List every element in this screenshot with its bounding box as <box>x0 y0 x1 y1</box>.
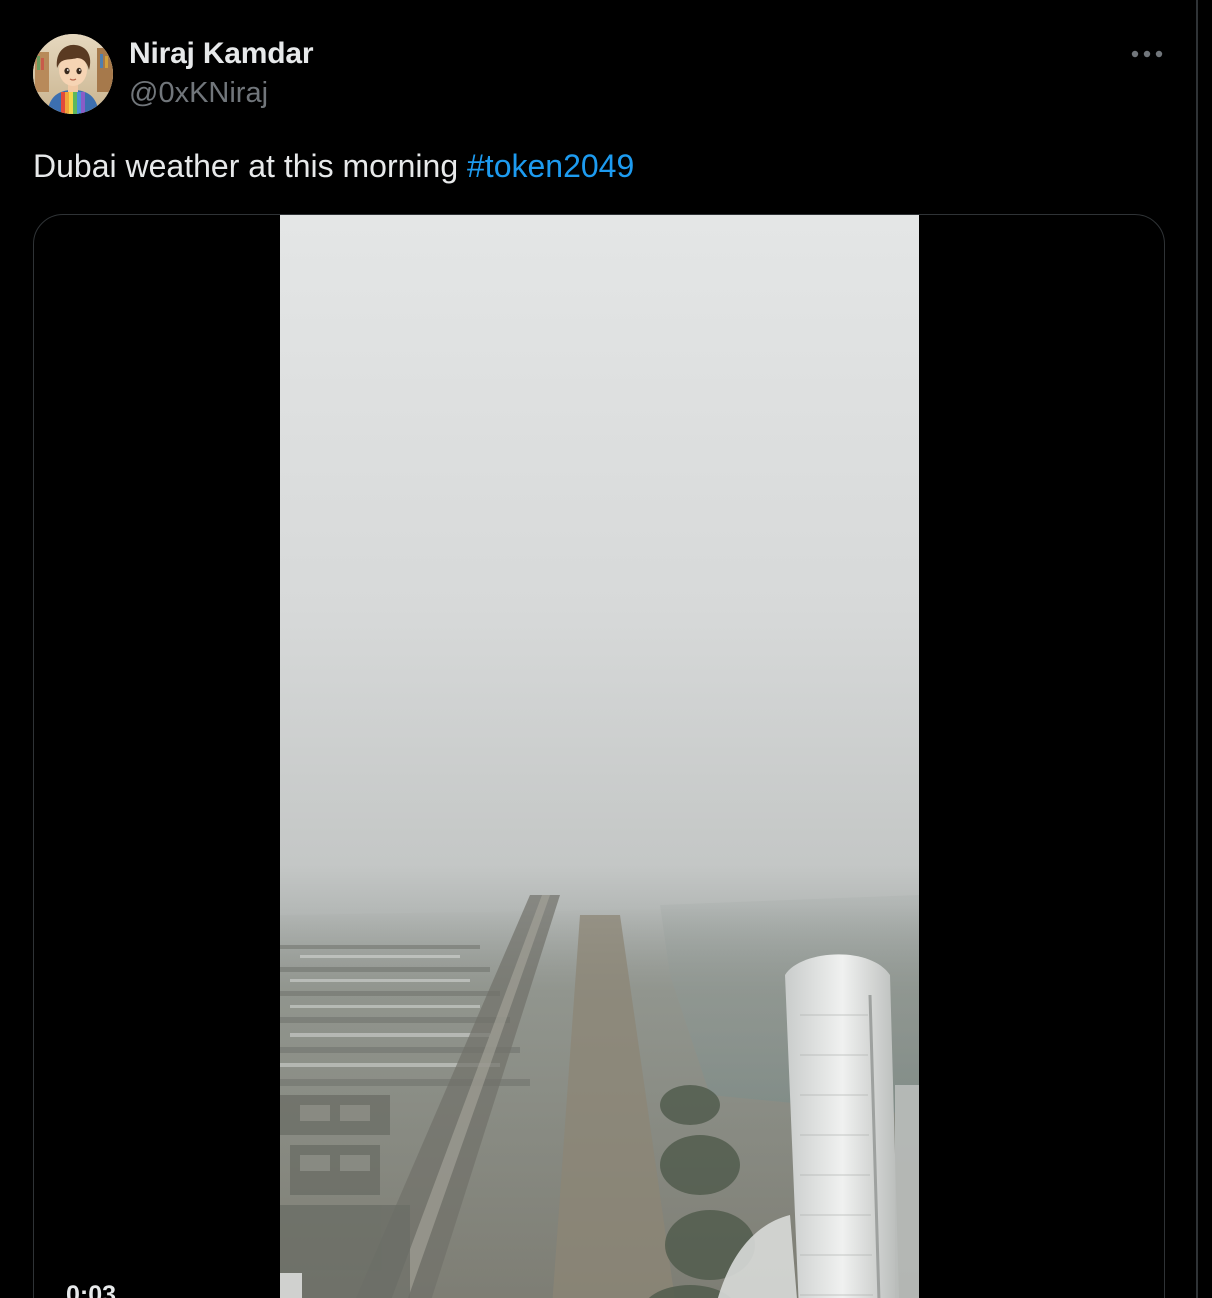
more-options-button[interactable] <box>1124 36 1170 72</box>
more-horizontal-icon <box>1131 50 1163 58</box>
hashtag-link[interactable]: #token2049 <box>467 148 634 184</box>
video-frame-image <box>280 215 919 1298</box>
tweet[interactable]: Niraj Kamdar @0xKNiraj Dubai weather at … <box>0 0 1196 1298</box>
video-player[interactable] <box>280 215 919 1298</box>
column-divider <box>1196 0 1198 1298</box>
author-handle[interactable]: @0xKNiraj <box>129 73 313 113</box>
author-block: Niraj Kamdar @0xKNiraj <box>129 36 314 113</box>
video-time: 0:03 <box>66 1281 117 1298</box>
tweet-body-text: Dubai weather at this morning <box>33 148 467 184</box>
avatar[interactable] <box>33 34 113 114</box>
page: Niraj Kamdar @0xKNiraj Dubai weather at … <box>0 0 1212 1298</box>
tweet-text: Dubai weather at this morning #token2049 <box>33 144 634 188</box>
media-card[interactable]: 0:03 <box>33 214 1165 1298</box>
avatar-image <box>33 34 113 114</box>
author-display-name[interactable]: Niraj Kamdar <box>129 36 314 72</box>
